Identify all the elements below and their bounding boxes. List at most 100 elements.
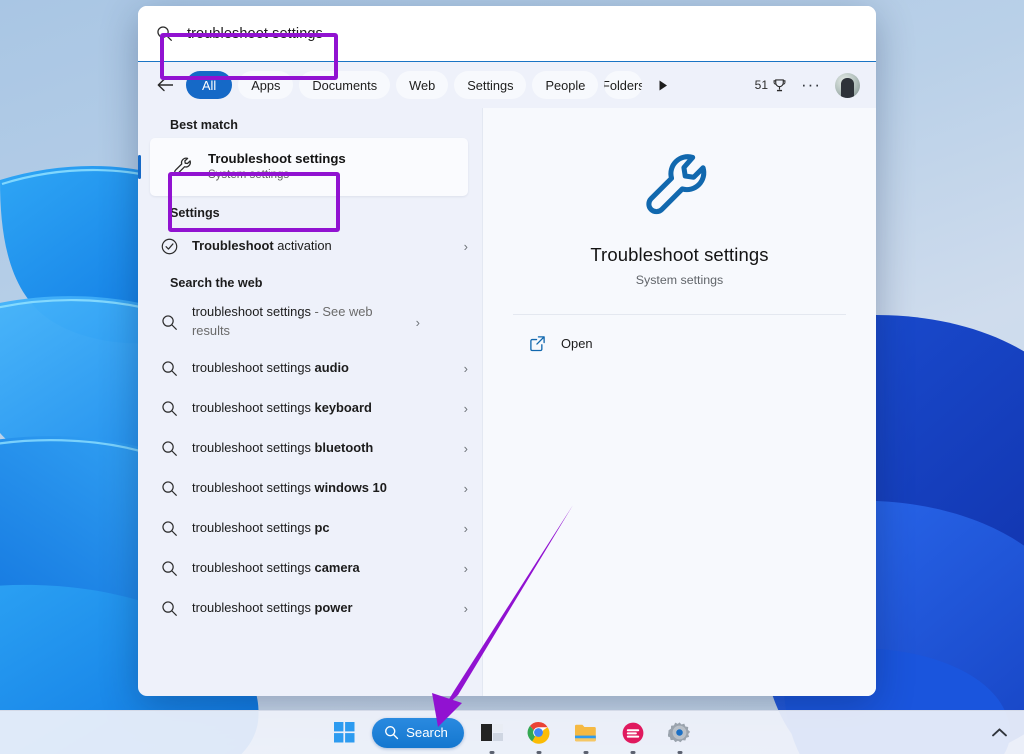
tab-people[interactable]: People	[532, 71, 599, 99]
web-result-prefix: troubleshoot settings	[192, 479, 315, 495]
search-icon	[158, 397, 180, 419]
list-item[interactable]: troubleshoot settings - See web results …	[138, 296, 482, 348]
tab-folders-label: Folders	[604, 77, 643, 93]
settings-heading: Settings	[170, 206, 220, 220]
tab-settings-label: Settings	[467, 77, 514, 93]
list-item-label: troubleshoot settings windows 10	[192, 479, 454, 498]
web-result-prefix: troubleshoot settings	[192, 559, 315, 575]
web-result-suffix: bluetooth	[314, 439, 374, 455]
tab-apps[interactable]: Apps	[238, 71, 294, 99]
web-result-prefix: troubleshoot settings	[192, 439, 315, 455]
web-result-suffix: audio	[314, 359, 349, 375]
search-icon	[158, 517, 180, 539]
back-arrow-icon	[157, 78, 173, 92]
best-match-subtitle: System settings	[208, 169, 290, 182]
list-item[interactable]: troubleshoot settings power ›	[138, 588, 482, 628]
list-item-label: troubleshoot settings pc	[192, 519, 454, 538]
search-icon	[158, 437, 180, 459]
search-icon	[158, 477, 180, 499]
preview-subtitle: System settings	[635, 273, 724, 287]
taskbar-search-label: Search	[406, 725, 448, 740]
google-chrome-button[interactable]	[520, 716, 558, 754]
best-match-item[interactable]: Troubleshoot settings System settings	[150, 138, 468, 196]
chevron-right-icon: ›	[463, 238, 468, 254]
taskbar: Search	[0, 710, 1024, 754]
chevron-right-icon: ›	[463, 360, 468, 376]
web-heading: Search the web	[170, 276, 263, 290]
tab-web-label: Web	[409, 77, 436, 93]
list-item-label: troubleshoot settings audio	[192, 359, 454, 378]
web-result-suffix: power	[314, 599, 353, 615]
wrench-icon	[174, 157, 191, 175]
wrench-icon	[645, 154, 706, 215]
list-item[interactable]: troubleshoot settings audio ›	[138, 348, 482, 388]
chevron-right-icon: ›	[463, 400, 468, 416]
list-item-label: troubleshoot settings keyboard	[192, 399, 454, 418]
list-item[interactable]: troubleshoot settings pc ›	[138, 508, 482, 548]
web-result-prefix: troubleshoot settings	[192, 399, 315, 415]
tab-all[interactable]: All	[186, 71, 233, 99]
search-icon	[157, 26, 172, 41]
check-circle-icon	[158, 235, 180, 257]
settings-button[interactable]	[661, 716, 699, 754]
web-result-prefix: troubleshoot settings	[192, 599, 315, 615]
tab-all-label: All	[202, 77, 217, 93]
more-tabs-button[interactable]	[650, 73, 674, 97]
web-result-suffix: pc	[314, 519, 330, 535]
back-button[interactable]	[150, 70, 180, 100]
rewards-indicator[interactable]: 51	[755, 78, 787, 93]
file-explorer-button[interactable]	[567, 716, 605, 754]
open-external-icon	[530, 336, 545, 352]
running-indicator	[536, 750, 542, 754]
more-options-button[interactable]: ···	[801, 76, 821, 93]
running-indicator	[583, 750, 589, 754]
search-icon	[158, 597, 180, 619]
web-result-suffix: camera	[314, 559, 360, 575]
list-item-label: troubleshoot settings power	[192, 599, 454, 618]
tab-folders[interactable]: Folders	[604, 71, 643, 99]
search-input[interactable]: troubleshoot settings	[138, 6, 876, 62]
start-button[interactable]	[325, 716, 363, 750]
web-result-suffix: windows 10	[314, 479, 387, 495]
chevron-right-icon: ›	[463, 600, 468, 616]
list-item-label: troubleshoot settings camera	[192, 559, 454, 578]
task-view-button[interactable]	[473, 716, 511, 754]
search-flyout-panel: troubleshoot settings All Apps Documents…	[138, 6, 876, 696]
avatar[interactable]	[835, 72, 860, 98]
web-result-prefix: troubleshoot settings	[192, 304, 311, 320]
tab-people-label: People	[545, 77, 586, 93]
tab-web[interactable]: Web	[396, 71, 449, 99]
settings-result-row[interactable]: Troubleshoot activation ›	[138, 226, 482, 266]
list-item[interactable]: troubleshoot settings bluetooth ›	[138, 428, 482, 468]
search-icon	[385, 726, 399, 740]
file-explorer-icon	[574, 724, 596, 741]
rewards-count: 51	[754, 78, 769, 92]
app-pink-icon	[622, 722, 644, 743]
tab-settings[interactable]: Settings	[454, 71, 527, 99]
search-filter-tabbar: All Apps Documents Web Settings People F…	[138, 62, 876, 108]
list-item-label: troubleshoot settings - See web results	[192, 303, 406, 340]
web-result-prefix: troubleshoot settings	[192, 519, 315, 535]
preview-pane: Troubleshoot settings System settings Op…	[482, 108, 876, 696]
settings-gear-icon	[668, 722, 691, 743]
chevron-right-icon: ›	[415, 314, 420, 330]
list-item[interactable]: troubleshoot settings camera ›	[138, 548, 482, 588]
windows-logo-icon	[333, 722, 355, 743]
open-label: Open	[561, 336, 593, 351]
taskbar-search-button[interactable]: Search	[372, 717, 464, 748]
rewards-trophy-icon	[773, 78, 786, 91]
task-view-icon	[480, 723, 503, 741]
tab-documents[interactable]: Documents	[299, 71, 391, 99]
play-triangle-icon	[659, 80, 667, 90]
best-match-row: Troubleshoot settings System settings	[138, 138, 482, 196]
list-item[interactable]: troubleshoot settings windows 10 ›	[138, 468, 482, 508]
results-list: Best match Troubleshoot settings System …	[138, 108, 482, 696]
open-action[interactable]: Open	[513, 315, 846, 352]
list-item[interactable]: troubleshoot settings keyboard ›	[138, 388, 482, 428]
tab-apps-label: Apps	[251, 77, 281, 93]
desktop-screen: troubleshoot settings All Apps Documents…	[0, 0, 1024, 754]
app-pink-button[interactable]	[614, 716, 652, 754]
settings-result-bold: Troubleshoot	[192, 237, 274, 253]
show-hidden-icons-chevron[interactable]	[991, 727, 1008, 739]
running-indicator	[677, 750, 683, 754]
